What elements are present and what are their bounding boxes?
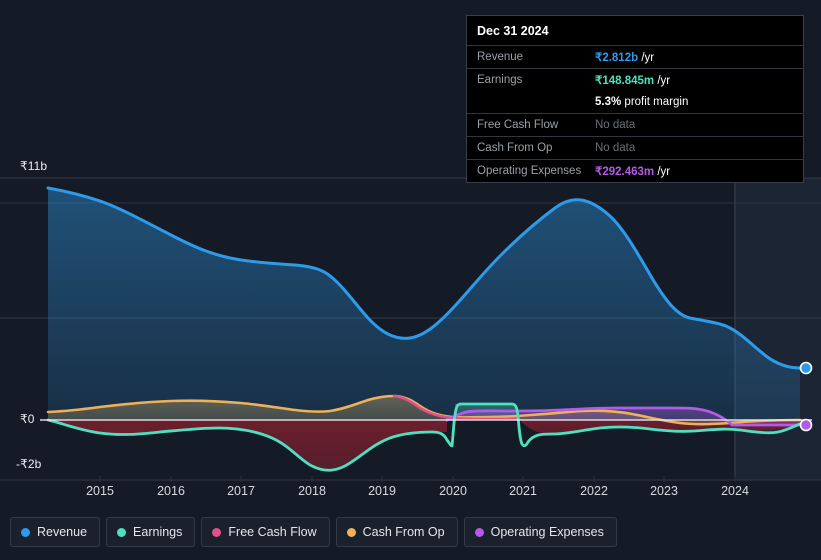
y-axis-label-zero: ₹0 [20, 412, 35, 426]
tooltip-unit-operating-expenses: /yr [657, 166, 671, 178]
chart-container: ₹11b ₹0 -₹2b 2015 2016 2017 2018 2019 20… [0, 0, 821, 560]
series-area-revenue [48, 188, 800, 420]
data-tooltip: Dec 31 2024 Revenue ₹2.812b /yr Earnings… [466, 15, 804, 183]
legend-item-operating-expenses[interactable]: Operating Expenses [463, 517, 617, 547]
tooltip-value-operating-expenses: ₹292.463m /yr [595, 164, 670, 178]
endpoint-marker-revenue[interactable] [799, 361, 813, 375]
x-axis-label-2021: 2021 [509, 484, 537, 498]
legend-item-cash-from-op[interactable]: Cash From Op [335, 517, 458, 547]
tooltip-title: Dec 31 2024 [477, 24, 549, 38]
x-axis-label-2024: 2024 [721, 484, 749, 498]
series-area-earnings-negative [48, 420, 447, 471]
tooltip-label-cash-from-op: Cash From Op [477, 142, 553, 154]
tooltip-amount-earnings: ₹148.845m [595, 75, 655, 87]
tooltip-value-free-cash-flow: No data [595, 119, 636, 131]
x-axis-label-2017: 2017 [227, 484, 255, 498]
legend-dot-free-cash-flow [212, 527, 222, 537]
tooltip-unit-earnings: /yr [657, 75, 671, 87]
tooltip-amount-profit-margin: 5.3% [595, 96, 622, 108]
y-axis-label-top: ₹11b [20, 159, 48, 173]
chart-legend: Revenue Earnings Free Cash Flow Cash Fro… [10, 517, 617, 547]
tooltip-unit-revenue: /yr [641, 52, 655, 64]
legend-dot-operating-expenses [474, 527, 484, 537]
tooltip-label-free-cash-flow: Free Cash Flow [477, 119, 559, 131]
x-axis-label-2022: 2022 [580, 484, 608, 498]
tooltip-row-free-cash-flow: Free Cash Flow No data [467, 113, 803, 136]
legend-dot-earnings [117, 527, 127, 537]
legend-label-earnings: Earnings [133, 525, 183, 539]
y-axis-label-bottom: -₹2b [16, 457, 42, 471]
legend-label-operating-expenses: Operating Expenses [490, 525, 604, 539]
legend-label-cash-from-op: Cash From Op [362, 525, 445, 539]
tooltip-label-operating-expenses: Operating Expenses [477, 165, 582, 177]
x-axis-label-2019: 2019 [368, 484, 396, 498]
tooltip-value-earnings: ₹148.845m /yr [595, 73, 670, 87]
tooltip-row-profit-margin: 5.3% profit margin [467, 91, 803, 113]
tooltip-value-cash-from-op: No data [595, 142, 636, 154]
tooltip-amount-revenue: ₹2.812b [595, 52, 639, 64]
legend-item-free-cash-flow[interactable]: Free Cash Flow [201, 517, 330, 547]
tooltip-label-earnings: Earnings [477, 74, 523, 86]
tooltip-value-revenue: ₹2.812b /yr [595, 50, 654, 64]
tooltip-row-operating-expenses: Operating Expenses ₹292.463m /yr [467, 159, 803, 182]
tooltip-amount-operating-expenses: ₹292.463m [595, 166, 655, 178]
tooltip-row-earnings: Earnings ₹148.845m /yr [467, 68, 803, 91]
forecast-band [735, 178, 821, 480]
legend-label-free-cash-flow: Free Cash Flow [228, 525, 317, 539]
legend-item-earnings[interactable]: Earnings [106, 517, 196, 547]
tooltip-label-revenue: Revenue [477, 51, 524, 63]
legend-dot-revenue [21, 527, 30, 537]
x-axis-label-2020: 2020 [439, 484, 467, 498]
legend-label-revenue: Revenue [37, 525, 88, 539]
endpoint-marker-operating-expenses[interactable] [799, 418, 813, 432]
x-axis-label-2015: 2015 [86, 484, 114, 498]
x-axis-label-2016: 2016 [157, 484, 185, 498]
tooltip-row-revenue: Revenue ₹2.812b /yr [467, 45, 803, 68]
tooltip-row-cash-from-op: Cash From Op No data [467, 136, 803, 159]
legend-dot-cash-from-op [346, 527, 356, 537]
legend-item-revenue[interactable]: Revenue [10, 517, 101, 547]
tooltip-value-profit-margin: 5.3% profit margin [595, 96, 688, 108]
x-axis-label-2023: 2023 [650, 484, 678, 498]
tooltip-unit-profit-margin: profit margin [624, 96, 689, 108]
x-axis-label-2018: 2018 [298, 484, 326, 498]
